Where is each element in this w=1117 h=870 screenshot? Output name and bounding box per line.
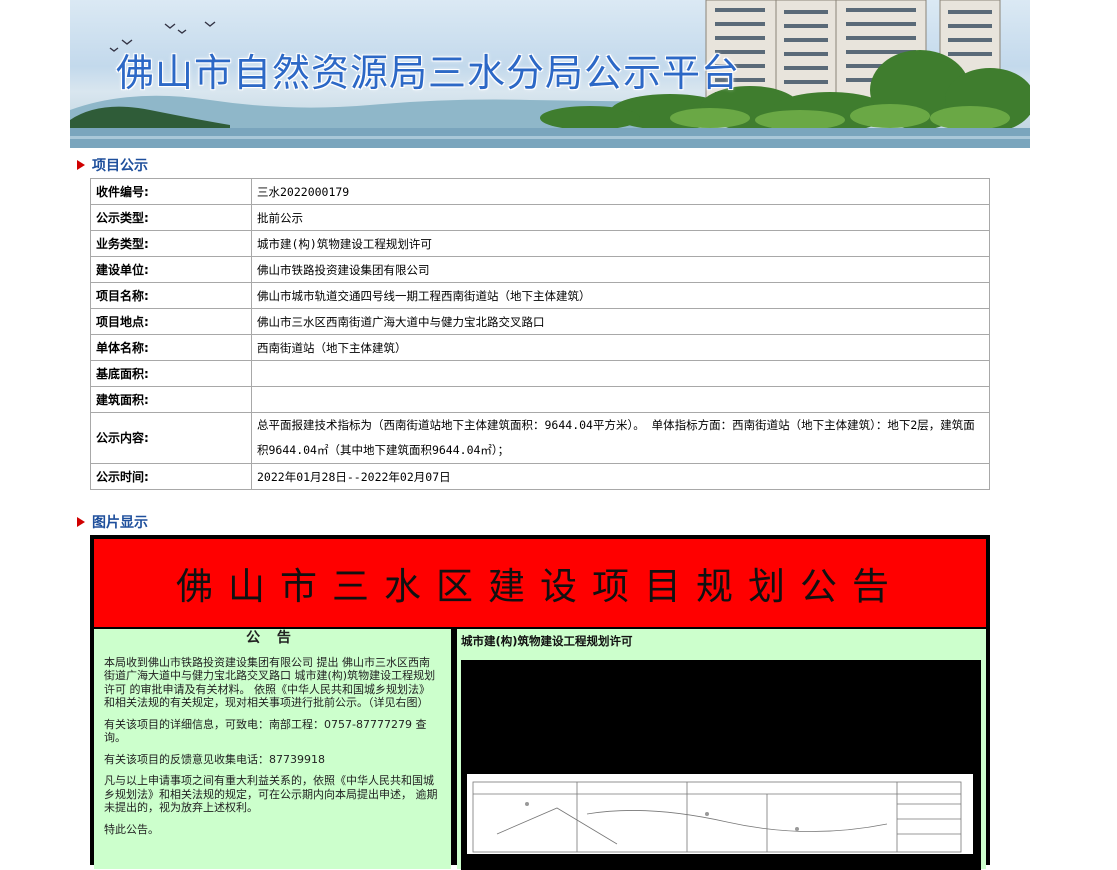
field-value: 批前公示 — [251, 204, 990, 231]
notice-paragraph: 特此公告。 — [104, 822, 159, 836]
poster-notice-panel: 公 告 本局收到佛山市铁路投资建设集团有限公司 提出 佛山市三水区西南街道广海大… — [94, 629, 451, 869]
table-row: 公示内容: 总平面报建技术指标为（西南街道站地下主体建筑面积：9644.04平方米… — [90, 412, 990, 464]
notice-paragraph: 本局收到佛山市铁路投资建设集团有限公司 提出 佛山市三水区西南街道广海大道中与健… — [104, 655, 436, 710]
field-value: 西南街道站（地下主体建筑） — [251, 334, 990, 361]
poster-plan-panel: 城市建(构)筑物建设工程规划许可 — [457, 629, 986, 870]
section-project-heading: 项目公示 — [77, 156, 148, 174]
section-image-title: 图片显示 — [92, 515, 148, 531]
field-label: 公示内容: — [90, 412, 252, 464]
field-label: 项目地点: — [90, 308, 252, 335]
field-label: 项目名称: — [90, 282, 252, 309]
field-value — [251, 386, 990, 413]
field-label: 基底面积: — [90, 360, 252, 387]
field-label: 收件编号: — [90, 178, 252, 205]
field-value: 三水2022000179 — [251, 178, 990, 205]
field-label: 单体名称: — [90, 334, 252, 361]
project-info-table: 收件编号: 三水2022000179 公示类型: 批前公示 业务类型: 城市建(构)筑物建… — [90, 178, 990, 490]
table-row: 建设单位: 佛山市铁路投资建设集团有限公司 — [90, 256, 990, 283]
field-value: 2022年01月28日--2022年02月07日 — [251, 463, 990, 490]
field-label: 公示类型: — [90, 204, 252, 231]
section-project-title: 项目公示 — [92, 158, 148, 174]
field-value: 城市建(构)筑物建设工程规划许可 — [251, 230, 990, 257]
table-row: 收件编号: 三水2022000179 — [90, 178, 990, 205]
field-label: 公示时间: — [90, 463, 252, 490]
field-label: 业务类型: — [90, 230, 252, 257]
site-plan-lines — [472, 781, 962, 853]
notice-paragraph: 有关该项目的反馈意见收集电话：87739918 — [104, 752, 325, 766]
plan-panel-title: 城市建(构)筑物建设工程规划许可 — [461, 634, 633, 648]
poster-headline-banner: 佛山市三水区建设项目规划公告 — [94, 539, 986, 627]
triangle-right-icon — [77, 160, 85, 170]
notice-paragraph: 有关该项目的详细信息，可致电：南部工程：0757-87777279 查询。 — [104, 717, 427, 745]
field-value: 总平面报建技术指标为（西南街道站地下主体建筑面积：9644.04平方米）。 单体… — [251, 412, 990, 464]
table-row: 项目地点: 佛山市三水区西南街道广海大道中与健力宝北路交叉路口 — [90, 308, 990, 335]
triangle-right-icon — [77, 517, 85, 527]
section-image-heading: 图片显示 — [77, 513, 148, 531]
table-row: 业务类型: 城市建(构)筑物建设工程规划许可 — [90, 230, 990, 257]
field-label: 建设单位: — [90, 256, 252, 283]
field-value — [251, 360, 990, 387]
site-plan-drawing — [467, 774, 973, 854]
field-value: 佛山市铁路投资建设集团有限公司 — [251, 256, 990, 283]
notice-poster-image: 佛山市三水区建设项目规划公告 公 告 本局收到佛山市铁路投资建设集团有限公司 提… — [90, 535, 990, 870]
table-row: 公示类型: 批前公示 — [90, 204, 990, 231]
table-row: 公示时间: 2022年01月28日--2022年02月07日 — [90, 463, 990, 490]
field-value: 佛山市三水区西南街道广海大道中与健力宝北路交叉路口 — [251, 308, 990, 335]
table-row: 项目名称: 佛山市城市轨道交通四号线一期工程西南街道站（地下主体建筑） — [90, 282, 990, 309]
table-row: 基底面积: — [90, 360, 990, 387]
notice-paragraph: 凡与以上申请事项之间有重大利益关系的，依照《中华人民共和国城乡规划法》和相关法规… — [104, 774, 438, 814]
field-value: 佛山市城市轨道交通四号线一期工程西南街道站（地下主体建筑） — [251, 282, 990, 309]
notice-heading: 公 告 — [246, 630, 297, 646]
header-banner: 佛山市自然资源局三水分局公示平台 — [70, 0, 1030, 148]
table-row: 建筑面积: — [90, 386, 990, 413]
site-title: 佛山市自然资源局三水分局公示平台 — [116, 51, 741, 95]
table-row: 单体名称: 西南街道站（地下主体建筑） — [90, 334, 990, 361]
field-label: 建筑面积: — [90, 386, 252, 413]
poster-headline: 佛山市三水区建设项目规划公告 — [176, 565, 904, 608]
